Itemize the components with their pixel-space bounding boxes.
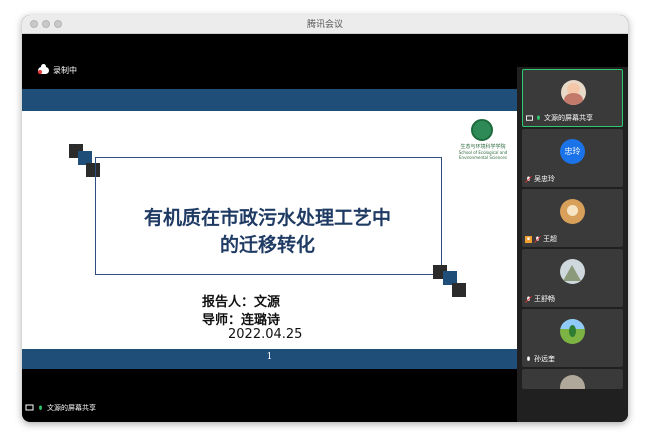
participant-name: 吴忠玲 [534,175,555,183]
decor-square [452,283,466,297]
participant-tile[interactable]: 王舒畅 [522,249,623,307]
recording-indicator[interactable]: 录制中 [38,64,77,76]
slide-title-line2: 的迁移转化 [219,234,315,256]
college-emblem-icon [471,119,493,141]
microphone-icon [527,355,530,361]
participant-name: 王超 [543,235,557,243]
participant-name: 王舒畅 [534,295,555,303]
meeting-window: 腾讯会议 录制中 有机质在市政污水处理工艺中 的迁移转化 生态与环境科学学院 S… [22,15,628,422]
avatar [561,80,586,105]
microphone-icon [537,114,540,120]
logo-text-en: School of Ecological and Environmental S… [458,150,508,160]
screen-share-icon [25,404,34,411]
participant-tile[interactable]: 王超 [522,189,623,247]
shared-slide: 有机质在市政污水处理工艺中 的迁移转化 生态与环境科学学院 School of … [22,89,517,369]
avatar [560,199,585,224]
college-logo: 生态与环境科学学院 School of Ecological and Envir… [455,119,511,171]
window-title: 腾讯会议 [306,20,343,30]
screen-share-icon [526,114,533,121]
slide-title-line1: 有机质在市政污水处理工艺中 [143,207,391,229]
microphone-icon [39,404,42,410]
microphone-muted-icon [525,295,532,303]
participant-tile[interactable]: 孙远奎 [522,309,623,367]
slide-top-band [22,89,517,111]
participant-tile[interactable] [522,369,623,389]
microphone-muted-icon [525,175,532,183]
slide-bottom-band: 1 [22,349,517,369]
cloud-record-icon [38,64,49,74]
microphone-muted-icon [534,235,541,243]
avatar: 忠玲 [560,139,585,164]
participant-name: 文源的屏幕共享 [544,114,593,122]
share-status-label: 文源的屏幕共享 [47,404,96,412]
date-line: 2022.04.25 [228,327,303,342]
avatar [560,259,585,284]
participant-name: 孙远奎 [534,355,555,363]
advisor-line: 导师：连璐诗 [202,313,281,328]
participant-tile[interactable]: 忠玲 吴忠玲 [522,129,623,187]
avatar [560,319,585,344]
logo-text-cn: 生态与环境科学学院 [460,144,506,150]
avatar [560,375,585,389]
reporter-line: 报告人：文源 [202,295,281,310]
share-status-bar: 文源的屏幕共享 [22,403,96,413]
recording-label: 录制中 [53,66,77,75]
page-number: 1 [266,352,273,362]
participant-list[interactable]: 文源的屏幕共享 忠玲 吴忠玲 王超 王舒畅 孙远奎 [517,67,628,422]
avatar-initials: 忠玲 [564,147,581,156]
user-icon [525,235,532,243]
title-bar: 腾讯会议 [22,15,628,34]
participant-tile[interactable]: 文源的屏幕共享 [522,69,623,127]
